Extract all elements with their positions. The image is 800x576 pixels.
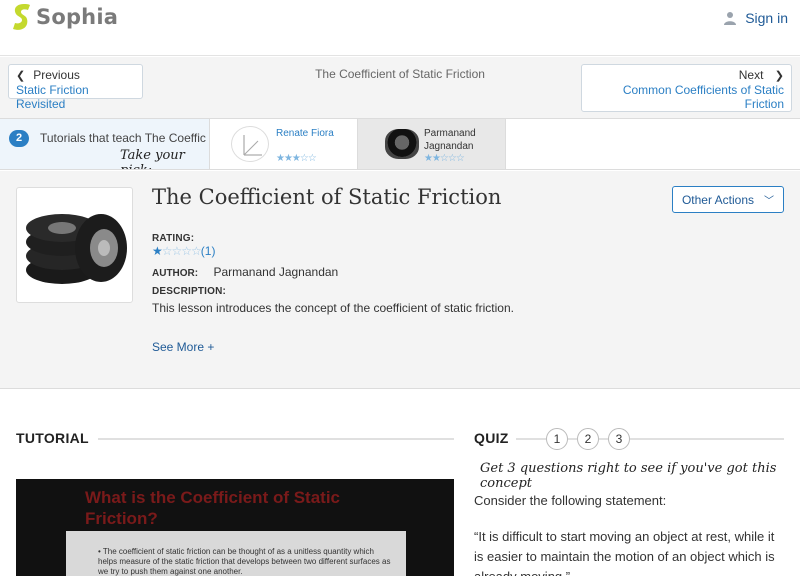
other-actions-label: Other Actions <box>681 192 755 207</box>
rating-label: RATING: <box>152 233 195 244</box>
take-your-pick-label: Take your pick: <box>120 148 185 169</box>
quiz-divider-right <box>630 438 784 440</box>
tutorial-card-parmanand[interactable]: Parmanand Jagnandan ★★☆☆☆ <box>358 119 506 169</box>
sign-in-label: Sign in <box>745 10 788 26</box>
author-label: AUTHOR: <box>152 268 199 279</box>
tutorials-header: 2 Tutorials that teach The Coeffic Take … <box>0 119 210 169</box>
see-more-link[interactable]: See More + <box>152 340 214 354</box>
tutorials-count-badge: 2 <box>9 130 29 147</box>
other-actions-button[interactable]: Other Actions ﹀ <box>672 186 784 213</box>
pager-current-title: The Coefficient of Static Friction <box>315 67 485 81</box>
chevron-right-icon: ❯ <box>774 70 784 82</box>
chevron-left-icon: ❮ <box>16 69 26 82</box>
previous-button[interactable]: ❮ Previous Static Friction Revisited <box>8 64 143 111</box>
chevron-down-icon: ﹀ <box>764 196 775 207</box>
tutorial-video[interactable]: What is the Coefficient of Static Fricti… <box>16 479 454 576</box>
quiz-divider-left <box>516 438 546 440</box>
description-label: DESCRIPTION: <box>152 286 227 297</box>
next-lesson-link[interactable]: Common Coefficients of Static Friction <box>589 83 784 111</box>
previous-label: Previous <box>33 68 80 82</box>
next-label: Next <box>738 68 764 82</box>
tire-thumbnail <box>385 129 419 159</box>
video-title-line-1: What is the Coefficient of Static <box>85 488 341 507</box>
tutorial-rating-stars: ★★☆☆☆ <box>424 153 465 164</box>
author-row: AUTHOR: Parmanand Jagnandan <box>152 265 338 279</box>
tutorials-strip: 2 Tutorials that teach The Coeffic Take … <box>0 118 800 170</box>
tutorial-rating-stars: ★★★☆☆ <box>276 153 317 164</box>
quiz-divider <box>568 438 577 440</box>
author-name: Parmanand Jagnandan <box>213 265 339 279</box>
quiz-question-1-button[interactable]: 1 <box>546 428 568 450</box>
tutorial-divider <box>98 438 454 440</box>
rating-count[interactable]: (1) <box>201 244 216 258</box>
tutorials-text: Tutorials that teach The Coeffic <box>40 131 206 145</box>
graph-sketch-icon <box>243 135 262 156</box>
tires-image <box>26 214 127 284</box>
brand-name: Sophia <box>36 5 119 29</box>
star-empty-icon: ☆☆☆☆ <box>161 244 202 258</box>
previous-lesson-link[interactable]: Static Friction Revisited <box>16 83 135 111</box>
video-slide-title: What is the Coefficient of Static Fricti… <box>85 487 340 529</box>
lesson-image <box>16 187 133 303</box>
tutorial-author-name: Renate Fiora <box>276 128 334 139</box>
quiz-divider <box>599 438 608 440</box>
video-slide-text: • The coefficient of static friction can… <box>98 547 391 576</box>
sophia-logo-icon <box>13 4 30 30</box>
star-filled-icon: ★ <box>152 244 163 258</box>
quiz-question-3-button[interactable]: 3 <box>608 428 630 450</box>
lesson-info: The Coefficient of Static Friction Other… <box>0 171 800 389</box>
lesson-title: The Coefficient of Static Friction <box>152 185 502 209</box>
next-button[interactable]: Next ❯ Common Coefficients of Static Fri… <box>581 64 792 112</box>
quiz-prompt: Consider the following statement: <box>474 493 667 508</box>
quiz-tagline: Get 3 questions right to see if you've g… <box>480 461 777 491</box>
top-bar: Sophia Sign in <box>0 0 800 56</box>
rating-stars[interactable]: ★☆☆☆☆ <box>152 244 202 258</box>
quiz-statement: “It is difficult to start moving an obje… <box>474 529 775 576</box>
rating-widget[interactable]: ★☆☆☆☆ (1) <box>152 244 215 258</box>
quiz-heading: QUIZ <box>474 430 509 446</box>
video-title-line-2: Friction? <box>85 509 158 528</box>
tutorial-author-name: Parmanand Jagnandan <box>424 128 476 152</box>
quiz-question-2-button[interactable]: 2 <box>577 428 599 450</box>
description-text: This lesson introduces the concept of th… <box>152 301 514 315</box>
user-icon <box>724 12 737 25</box>
tutorial-thumbnail <box>231 126 269 162</box>
tutorial-heading: TUTORIAL <box>16 430 89 446</box>
tutorial-card-renate[interactable]: Renate Fiora ★★★☆☆ <box>211 119 358 169</box>
video-slide-body: • The coefficient of static friction can… <box>66 531 406 576</box>
lesson-pager: ❮ Previous Static Friction Revisited The… <box>0 57 800 118</box>
sign-in-link[interactable]: Sign in <box>723 10 788 26</box>
sophia-logo[interactable]: Sophia <box>10 3 118 31</box>
